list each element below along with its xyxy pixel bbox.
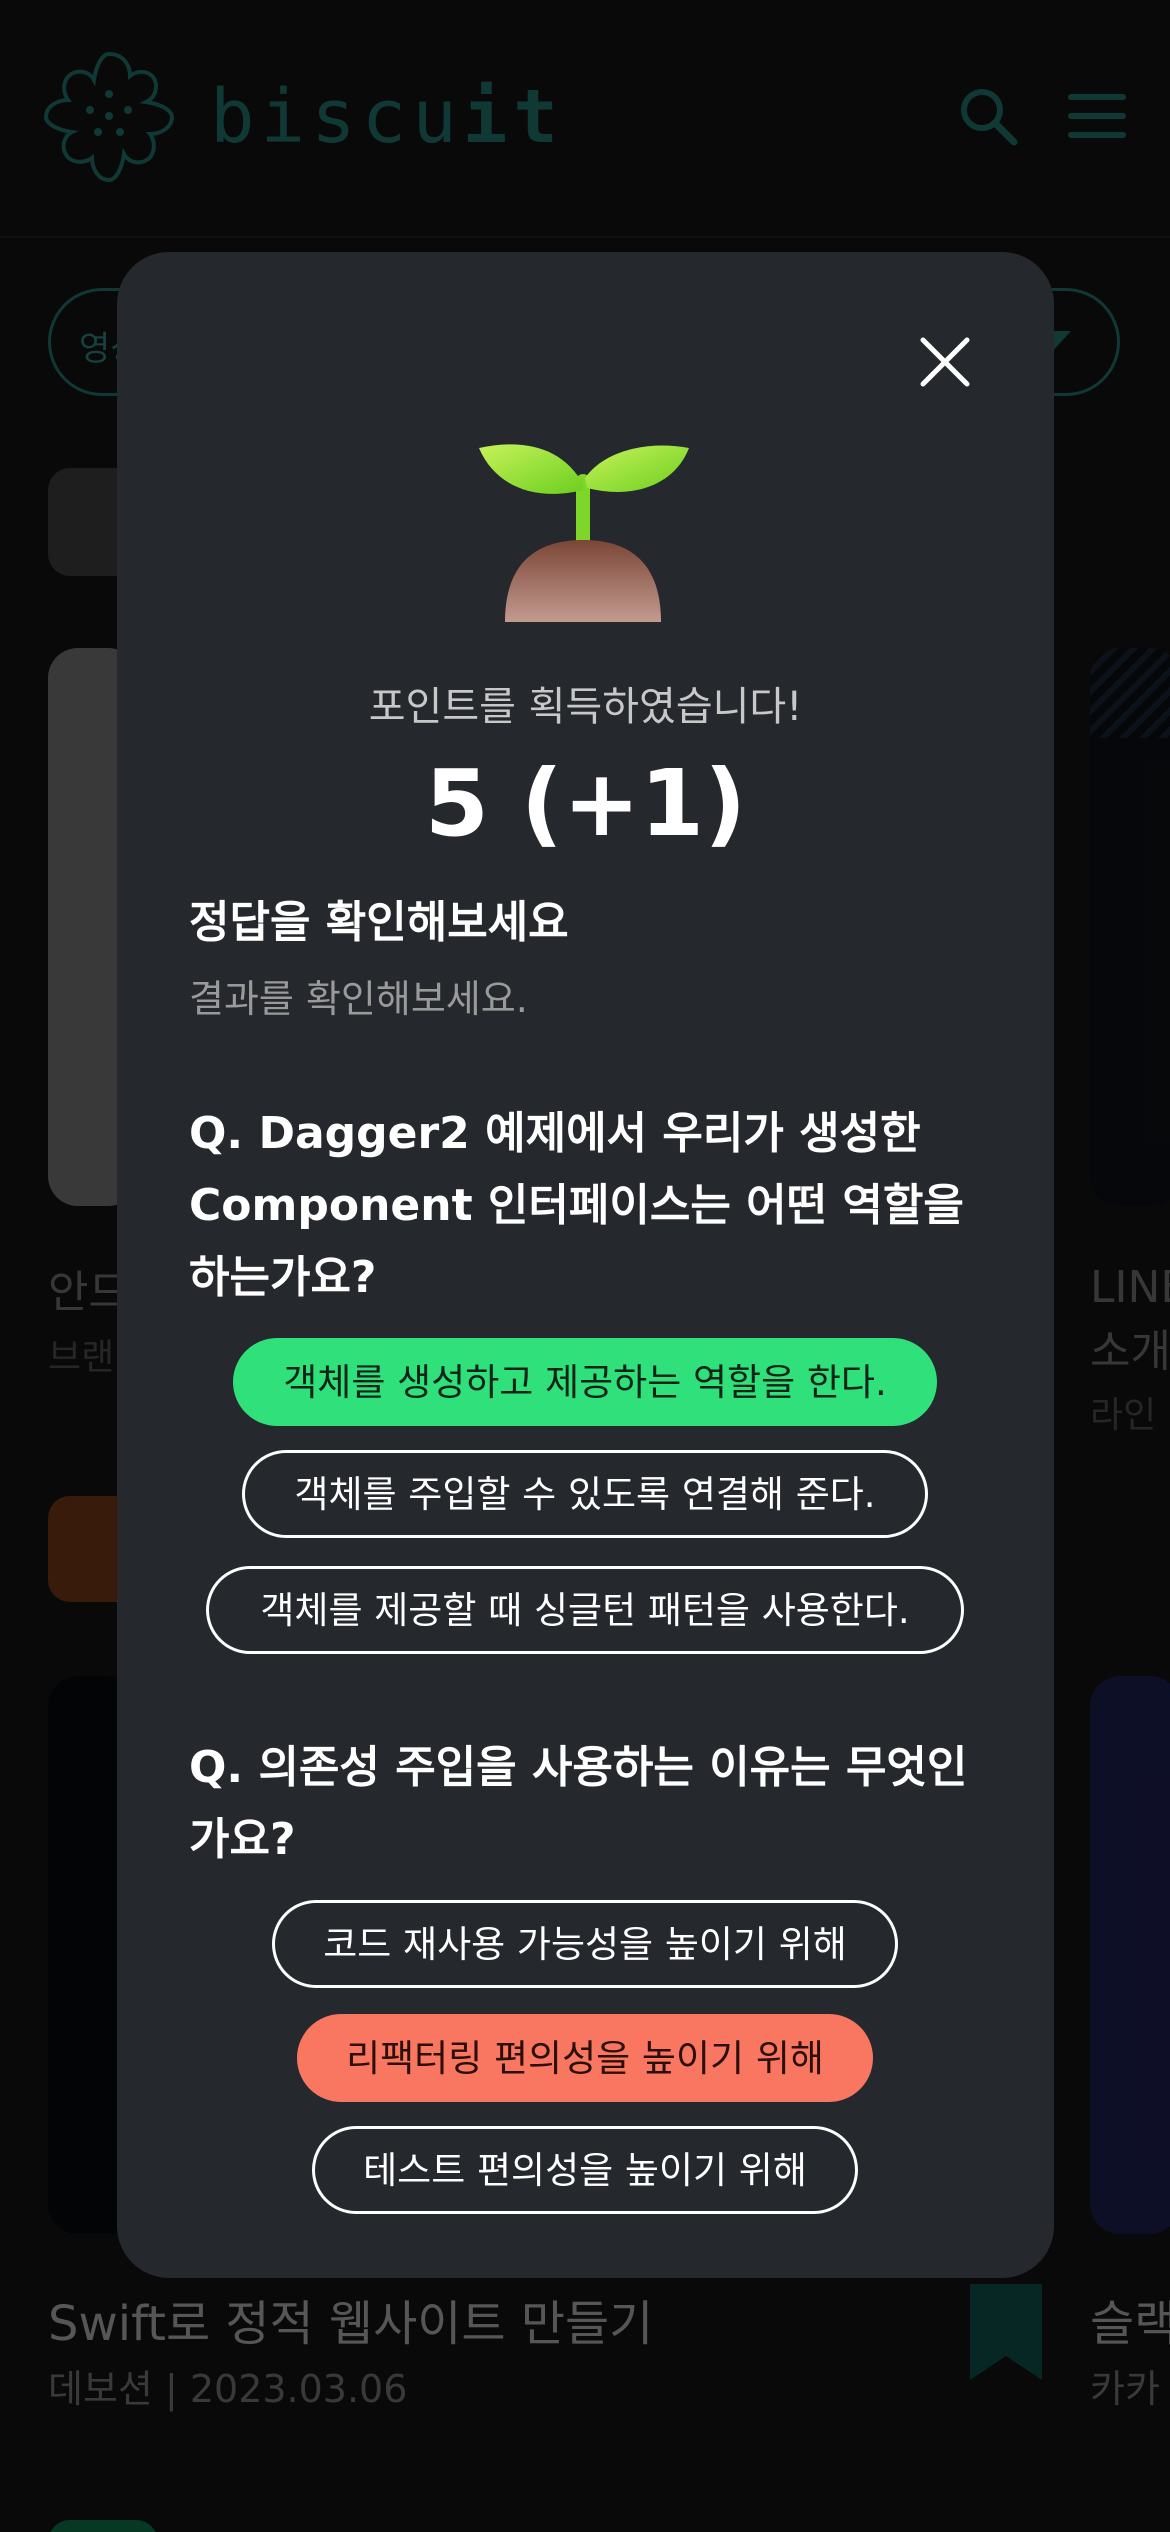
answer-option[interactable]: 코드 재사용 가능성을 높이기 위해 xyxy=(272,1900,898,1988)
points-earned-message: 포인트를 획득하였습니다! xyxy=(368,684,803,730)
answer-heading: 정답을 확인해보세요 xyxy=(189,897,569,948)
sprout-icon xyxy=(479,444,689,622)
answer-option[interactable]: 테스트 편의성을 높이기 위해 xyxy=(312,2126,858,2214)
app-screen: biscuit 영상 안드 브랜 LINE소개 라인 Swift로 정적 웹사이… xyxy=(0,0,1170,2532)
quiz-result-modal: 포인트를 획득하였습니다! 5 (+1) 정답을 확인해보세요 결과를 확인해보… xyxy=(117,252,1054,2278)
close-icon[interactable] xyxy=(919,336,971,388)
answer-option-correct[interactable]: 객체를 생성하고 제공하는 역할을 한다. xyxy=(233,1338,937,1426)
points-value: 5 (+1) xyxy=(424,750,747,857)
answer-option[interactable]: 객체를 주입할 수 있도록 연결해 준다. xyxy=(242,1450,928,1538)
answer-option-wrong[interactable]: 리팩터링 편의성을 높이기 위해 xyxy=(297,2014,873,2102)
quiz-question: Q. Dagger2 예제에서 우리가 생성한 Component 인터페이스는… xyxy=(189,1108,964,1303)
answer-option[interactable]: 객체를 제공할 때 싱글턴 패턴을 사용한다. xyxy=(206,1566,964,1654)
quiz-question: Q. 의존성 주입을 사용하는 이유는 무엇인가요? xyxy=(189,1742,968,1865)
answer-subheading: 결과를 확인해보세요. xyxy=(189,977,528,1021)
